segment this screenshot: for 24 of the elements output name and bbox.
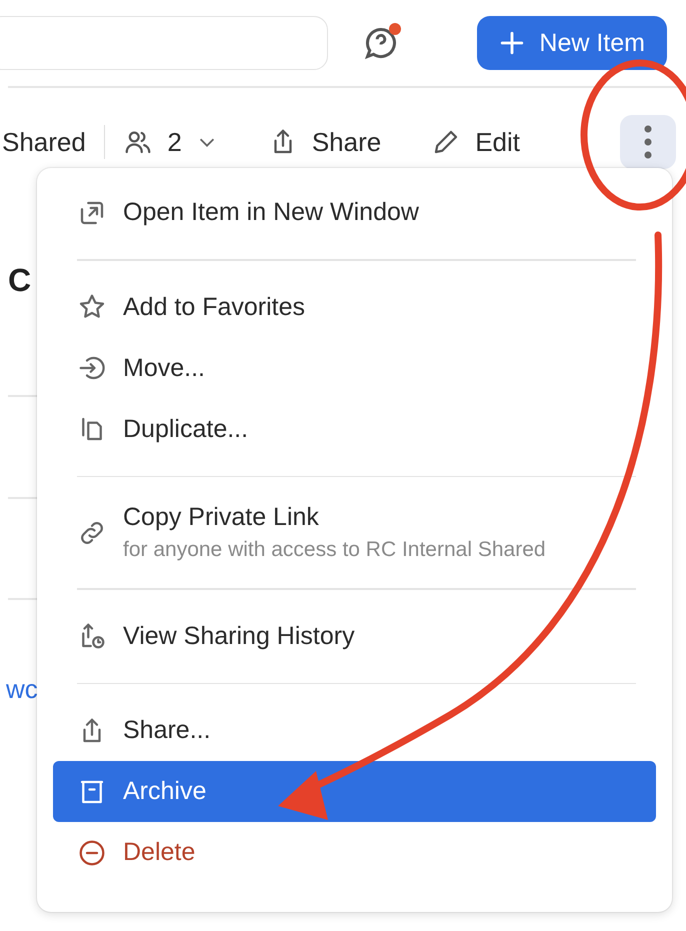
help-chat-icon[interactable]	[363, 25, 399, 61]
plus-icon	[499, 30, 526, 56]
menu-item[interactable]: Move...	[53, 338, 656, 398]
new-item-button[interactable]: New Item	[477, 16, 667, 70]
menu-item[interactable]: Add to Favorites	[53, 276, 656, 338]
menu-item[interactable]: Duplicate...	[53, 398, 656, 460]
menu-item[interactable]: Open Item in New Window	[53, 182, 656, 243]
search-field[interactable]	[0, 16, 328, 70]
share-button[interactable]: Share	[268, 126, 382, 158]
menu-item[interactable]: Archive	[53, 761, 656, 822]
menu-item[interactable]: Share...	[53, 700, 656, 761]
edit-button[interactable]: Edit	[431, 126, 520, 158]
text-link[interactable]: wc	[6, 674, 38, 705]
page-heading: C	[8, 262, 32, 299]
menu-item-description: for anyone with access to RC Internal Shared	[123, 538, 546, 562]
more-options-button[interactable]	[620, 115, 676, 169]
menu-item[interactable]: Copy Private Link for anyone with access to RC Internal Shared	[53, 493, 656, 572]
menu-item[interactable]: View Sharing History	[53, 606, 656, 666]
members-button[interactable]: 2	[123, 126, 218, 158]
location-label: Shared	[2, 126, 86, 158]
kebab-icon	[643, 124, 653, 160]
minus-circle-icon	[77, 838, 107, 868]
menu-item[interactable]: Delete	[53, 822, 656, 883]
menu-item-label: Copy Private Link	[123, 503, 320, 532]
